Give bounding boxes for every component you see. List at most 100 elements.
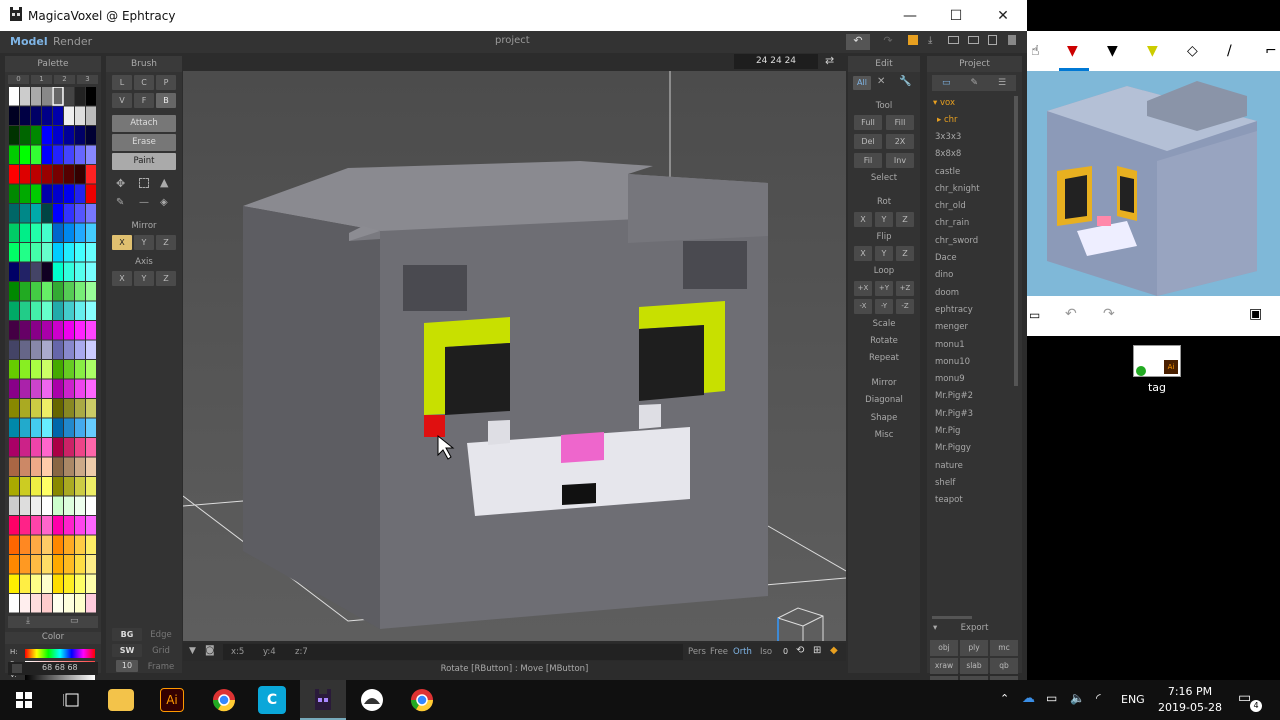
- reset-view-icon[interactable]: ⟲: [796, 645, 804, 656]
- project-scrollbar[interactable]: [1014, 96, 1018, 386]
- tool-inv-button[interactable]: Inv: [886, 153, 914, 168]
- file-explorer-icon[interactable]: [108, 689, 134, 711]
- bucket-icon[interactable]: ◈: [160, 197, 168, 208]
- palette-tab-3[interactable]: 3: [77, 75, 98, 84]
- tool-full-button[interactable]: Full: [854, 115, 882, 130]
- loop-minus-z[interactable]: -Z: [896, 299, 914, 314]
- palette-folder-icon[interactable]: ▭: [70, 616, 79, 626]
- axis-y-button[interactable]: Y: [134, 271, 154, 286]
- highlighter-icon[interactable]: ▼: [1147, 43, 1158, 59]
- brush-line-button[interactable]: L: [112, 75, 132, 90]
- project-item[interactable]: monu1: [929, 337, 1015, 354]
- project-item-selected[interactable]: ▸ chr: [929, 112, 1015, 129]
- palette-tab-1[interactable]: 1: [31, 75, 52, 84]
- project-item[interactable]: Mr.Pig#3: [929, 406, 1015, 423]
- rot-x-button[interactable]: X: [854, 212, 872, 227]
- project-item[interactable]: monu9: [929, 371, 1015, 388]
- copy-icon[interactable]: [988, 35, 997, 45]
- rot-z-button[interactable]: Z: [896, 212, 914, 227]
- start-button[interactable]: [10, 686, 38, 714]
- task-view-icon[interactable]: [58, 686, 86, 714]
- brush-box-button[interactable]: B: [156, 93, 176, 108]
- ruler-icon[interactable]: /: [1227, 43, 1232, 59]
- redo-icon[interactable]: ↷: [1103, 306, 1115, 322]
- bg-button[interactable]: BG: [112, 628, 142, 641]
- 3d-viewport[interactable]: [183, 71, 846, 641]
- misc-action[interactable]: Misc: [848, 430, 920, 440]
- chrome-taskbar-icon-2[interactable]: [408, 686, 436, 714]
- rgb-value[interactable]: 68 68 68: [42, 663, 78, 672]
- open-folder-icon[interactable]: [948, 36, 959, 44]
- project-item[interactable]: doom: [929, 285, 1015, 302]
- tool-fil-button[interactable]: Fil: [854, 153, 882, 168]
- mirror-y-button[interactable]: Y: [134, 235, 154, 250]
- save-as-icon[interactable]: [968, 36, 979, 44]
- shape-action[interactable]: Shape: [848, 413, 920, 423]
- cortana-c-icon[interactable]: C: [258, 686, 286, 714]
- edge-toggle[interactable]: Edge: [146, 630, 176, 640]
- project-item[interactable]: chr_knight: [929, 181, 1015, 198]
- project-item[interactable]: chr_old: [929, 198, 1015, 215]
- flip-y-button[interactable]: Y: [875, 246, 893, 261]
- crop-icon[interactable]: ⌐: [1265, 43, 1277, 59]
- project-item[interactable]: Dace: [929, 250, 1015, 267]
- tab-render[interactable]: Render: [53, 35, 92, 48]
- paint-button[interactable]: Paint: [112, 153, 176, 170]
- gimp-like-icon[interactable]: [358, 686, 386, 714]
- viewport-menu-icon[interactable]: ▼: [189, 646, 196, 656]
- battery-icon[interactable]: ▭: [1046, 691, 1057, 705]
- maximize-button[interactable]: ☐: [933, 0, 979, 31]
- redo-button[interactable]: ↷: [876, 34, 900, 50]
- text-tool-icon[interactable]: ▲: [160, 176, 168, 189]
- scale-action[interactable]: Scale: [848, 319, 920, 329]
- project-item[interactable]: chr_sword: [929, 233, 1015, 250]
- project-item[interactable]: chr_rain: [929, 215, 1015, 232]
- cube-view-icon[interactable]: ◆: [830, 645, 838, 656]
- wifi-icon[interactable]: ◜: [1096, 691, 1101, 705]
- mirror-x-button[interactable]: X: [112, 235, 132, 250]
- palette-tab-0[interactable]: 0: [8, 75, 29, 84]
- project-item[interactable]: monu10: [929, 354, 1015, 371]
- tool-fill-button[interactable]: Fill: [886, 115, 914, 130]
- line-tool-icon[interactable]: —: [139, 197, 149, 208]
- tool-del-button[interactable]: Del: [854, 134, 882, 149]
- eyedropper-icon[interactable]: ✎: [116, 197, 124, 208]
- eraser-icon[interactable]: ◇: [1187, 43, 1198, 59]
- loop-minus-y[interactable]: -Y: [875, 299, 893, 314]
- red-pen-icon[interactable]: ▼: [1067, 43, 1078, 59]
- brush-pattern-button[interactable]: P: [156, 75, 176, 90]
- trash-icon[interactable]: [1008, 35, 1016, 45]
- select-label[interactable]: Select: [848, 173, 920, 183]
- close-button[interactable]: ✕: [980, 0, 1026, 31]
- project-item[interactable]: castle: [929, 164, 1015, 181]
- onedrive-icon[interactable]: ☁: [1022, 691, 1035, 706]
- swap-dimensions-icon[interactable]: ⇄: [825, 54, 834, 67]
- export-obj-button[interactable]: obj: [930, 640, 958, 656]
- filter-all-button[interactable]: All: [853, 76, 871, 90]
- loop-minus-x[interactable]: -X: [854, 299, 872, 314]
- loop-plus-x[interactable]: +X: [854, 281, 872, 296]
- save-icon[interactable]: [908, 35, 918, 45]
- attach-button[interactable]: Attach: [112, 115, 176, 132]
- project-item[interactable]: dino: [929, 267, 1015, 284]
- palette-import-icon[interactable]: ⤓: [26, 616, 30, 626]
- export-icon[interactable]: ⤓: [928, 35, 932, 46]
- project-item[interactable]: 8x8x8: [929, 146, 1015, 163]
- flip-z-button[interactable]: Z: [896, 246, 914, 261]
- export-ply-button[interactable]: ply: [960, 640, 988, 656]
- brush-center-button[interactable]: C: [134, 75, 154, 90]
- rotate-action[interactable]: Rotate: [848, 336, 920, 346]
- tag-file-icon[interactable]: Ai: [1133, 345, 1181, 377]
- brush-icon[interactable]: ✎: [970, 78, 978, 88]
- camera-icon[interactable]: ◙: [205, 645, 215, 656]
- project-item[interactable]: Mr.Pig: [929, 423, 1015, 440]
- export-slab-button[interactable]: slab: [960, 658, 988, 674]
- view-orth[interactable]: Orth: [733, 647, 752, 657]
- list-icon[interactable]: ☰: [998, 78, 1006, 88]
- brush-face-button[interactable]: F: [134, 93, 154, 108]
- crop-rect-icon[interactable]: ▭: [1029, 308, 1040, 322]
- select-icon[interactable]: [139, 178, 149, 188]
- model-dimensions[interactable]: 24 24 24: [734, 54, 818, 69]
- palette-color-grid[interactable]: [9, 87, 97, 614]
- project-item[interactable]: 3x3x3: [929, 129, 1015, 146]
